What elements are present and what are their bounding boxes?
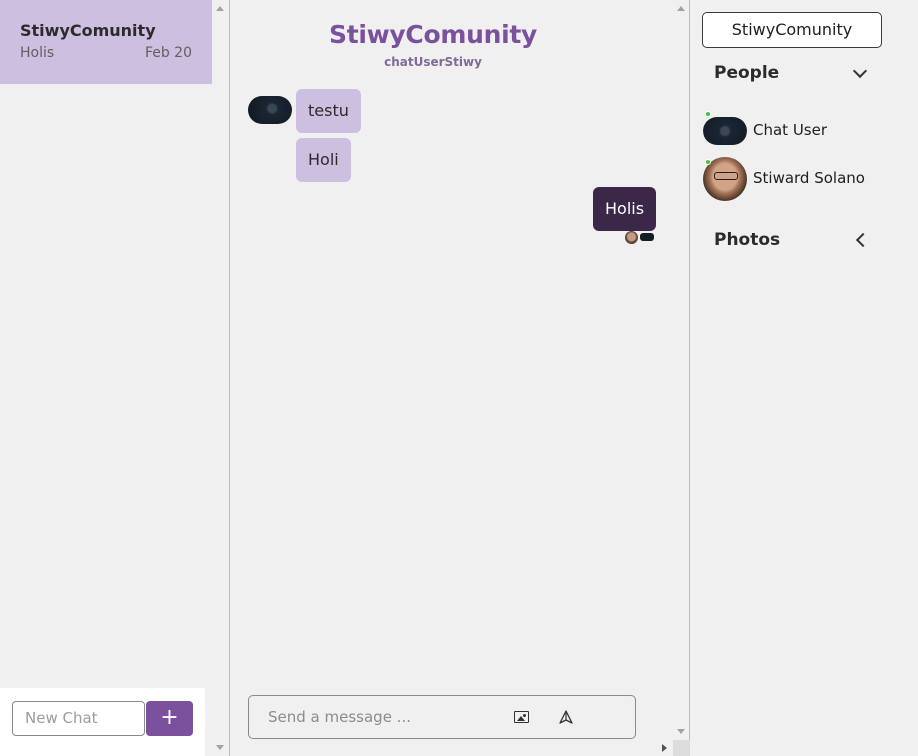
settings-chat-title[interactable]: StiwyComunity <box>702 12 882 48</box>
scroll-up-arrow-icon[interactable] <box>216 6 224 11</box>
new-chat-button[interactable]: + <box>146 701 193 736</box>
chat-feed-scrollbar[interactable] <box>673 0 690 740</box>
chat-list-panel: StiwyComunity Holis Feb 20 New Chat + <box>0 0 230 756</box>
person-name: Chat User <box>753 121 828 139</box>
chat-feed-horizontal-scrollbar[interactable] <box>231 740 690 756</box>
send-icon[interactable] <box>559 710 573 724</box>
person-name: Stiward Solano <box>753 169 865 187</box>
chat-subtitle: chatUserStiwy <box>384 55 482 69</box>
read-receipt-avatar <box>625 231 638 244</box>
sender-avatar <box>248 96 292 124</box>
online-indicator <box>705 111 711 117</box>
image-icon[interactable] <box>514 711 529 723</box>
scroll-right-arrow-icon[interactable] <box>662 744 667 752</box>
message-bubble-outgoing: Holis <box>593 187 657 231</box>
chevron-down-icon[interactable] <box>852 63 868 79</box>
photos-section-heading[interactable]: Photos <box>714 230 780 250</box>
message-bubble-incoming: testu <box>296 89 361 133</box>
chevron-left-icon[interactable] <box>855 232 871 248</box>
people-section-heading[interactable]: People <box>714 63 779 83</box>
chat-list-scrollbar[interactable] <box>212 0 229 756</box>
online-indicator <box>705 159 711 165</box>
scroll-down-arrow-icon[interactable] <box>677 729 685 734</box>
chat-title: StiwyComunity <box>328 20 537 49</box>
message-bubble-incoming: Holi <box>296 138 351 182</box>
person-item[interactable]: Chat User <box>703 109 913 153</box>
chat-card-date: Feb 20 <box>144 45 192 61</box>
chat-card-title: StiwyComunity <box>20 21 156 40</box>
chat-feed: StiwyComunity chatUserStiwy testu Holi H… <box>231 0 690 756</box>
new-chat-input[interactable]: New Chat <box>12 701 145 736</box>
scroll-up-arrow-icon[interactable] <box>677 6 685 11</box>
message-input[interactable]: Send a message ... <box>268 708 411 726</box>
chat-card-last-message: Holis <box>20 45 55 61</box>
person-item[interactable]: Stiward Solano <box>703 157 913 201</box>
scrollbar-corner <box>673 740 690 756</box>
chat-card-active[interactable]: StiwyComunity Holis Feb 20 <box>0 0 212 84</box>
scroll-down-arrow-icon[interactable] <box>216 745 224 750</box>
chat-settings-panel: StiwyComunity People Chat User Stiward S… <box>691 0 918 756</box>
read-receipt-avatar <box>640 233 654 241</box>
message-composer[interactable]: Send a message ... <box>248 695 636 739</box>
